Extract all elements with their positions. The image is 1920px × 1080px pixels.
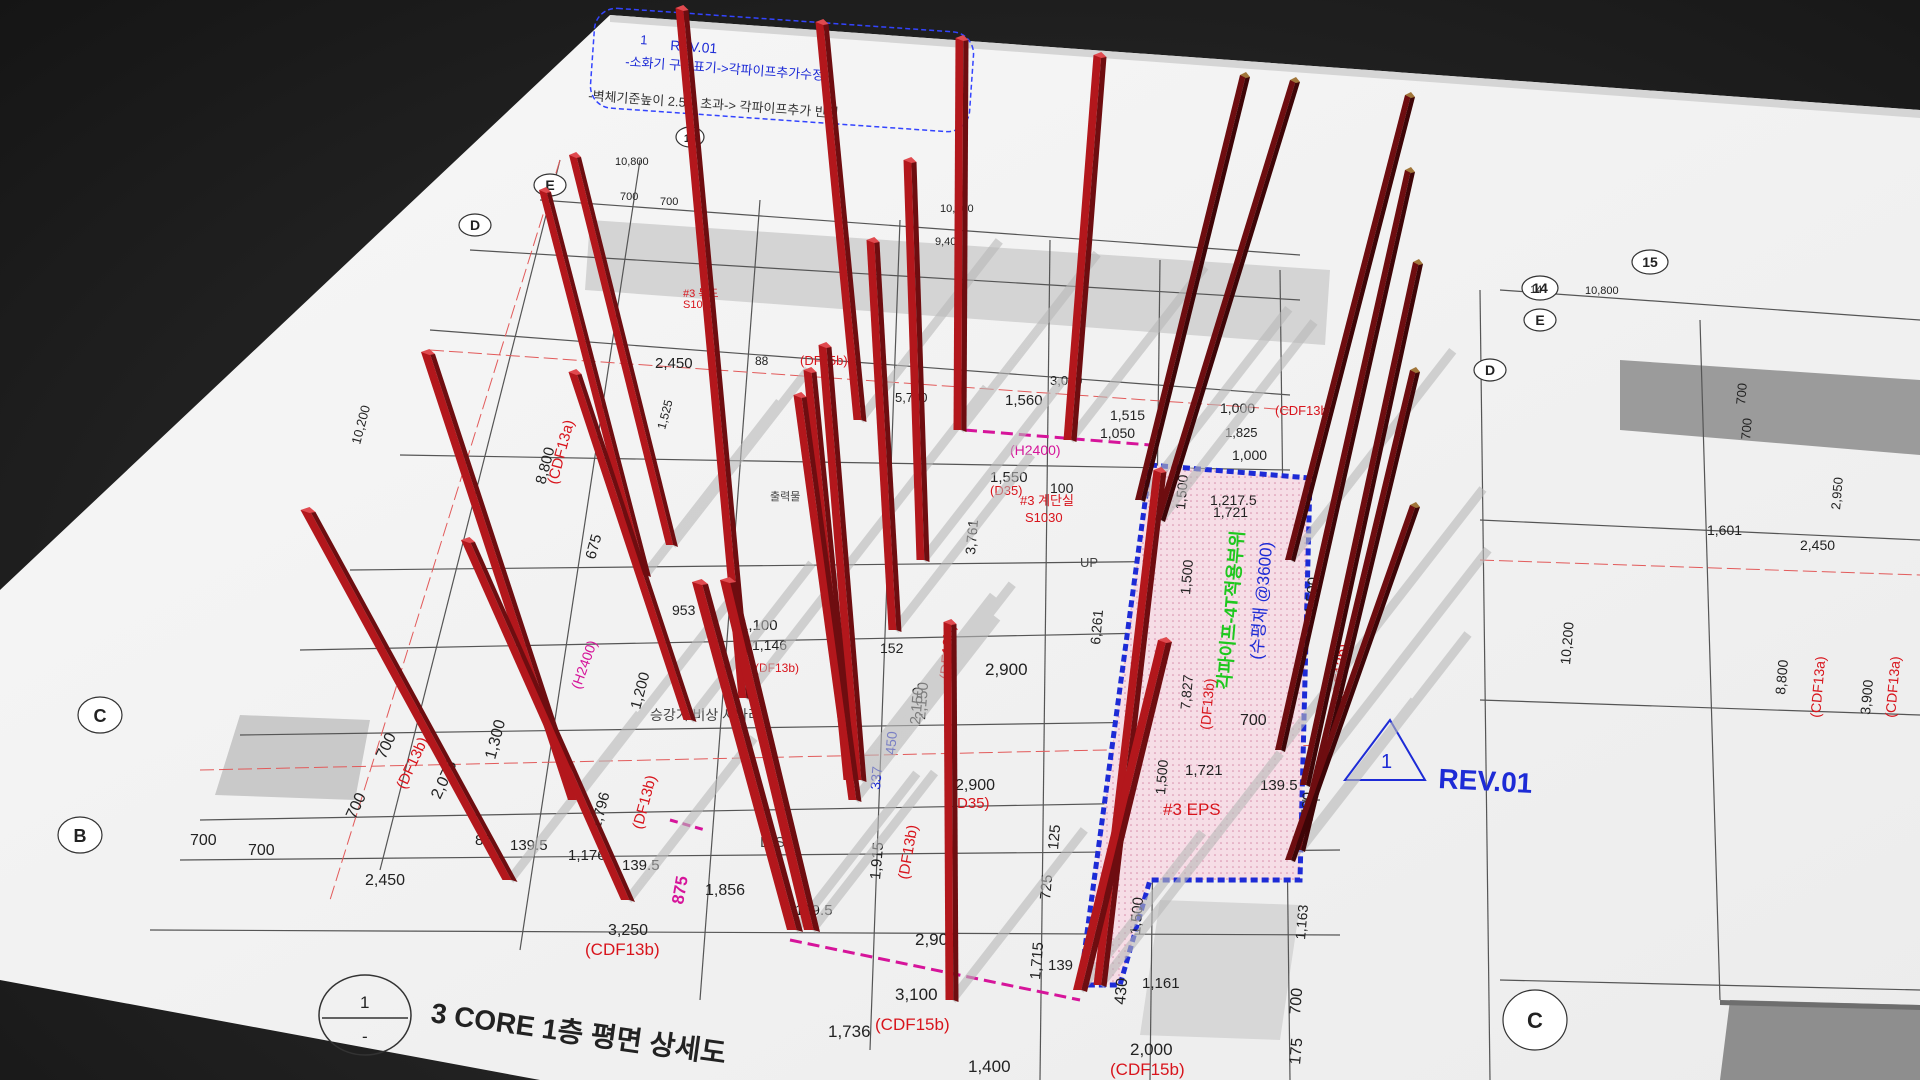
- eps-room-label: #3 EPS: [1163, 800, 1221, 819]
- dim-text: 1,515: [1110, 407, 1145, 423]
- revision-tag-text: REV.01: [670, 37, 718, 56]
- printout-label: 출력물: [770, 490, 800, 503]
- grid-label-c-right: C: [1527, 1008, 1543, 1033]
- red-label: (D35): [952, 795, 990, 812]
- title-circle-bottom: -: [362, 1027, 368, 1046]
- rev-triangle-number: 1: [1381, 751, 1392, 773]
- dim-text: 139.5: [1260, 777, 1298, 794]
- dim-text: 700: [660, 196, 678, 208]
- dim-text: 1,161: [1142, 975, 1180, 992]
- square-pipe[interactable]: [953, 35, 969, 432]
- dim-text: 2,950: [1828, 477, 1846, 511]
- 3d-viewer-canvas[interactable]: 1 REV.01 -소화기 구역표기->각파이프추가수정 -벽체기준높이 2.5…: [0, 0, 1920, 1080]
- dim-text: 2,450: [365, 872, 405, 889]
- dim-text: 152: [880, 640, 904, 656]
- grid-label-d-right: D: [1485, 362, 1495, 378]
- dim-text: 2,900: [955, 777, 995, 794]
- dim-text: 700: [190, 832, 217, 849]
- dim-text: 2,450: [1800, 537, 1835, 553]
- revision-tag-number: 1: [640, 32, 648, 47]
- dim-text: 1,050: [1100, 425, 1135, 441]
- dim-text: 430: [1112, 977, 1131, 1005]
- dim-text: 1,736: [828, 1022, 871, 1041]
- dim-text: 1,000: [1232, 447, 1267, 463]
- red-label: (CDF13b): [585, 940, 660, 959]
- dim-text: 2,000: [1130, 1040, 1173, 1059]
- dim-text: 953: [672, 602, 696, 618]
- dim-text: 139: [1048, 957, 1073, 974]
- dim-text: 3,900: [1857, 679, 1876, 716]
- dim-text: 8,800: [1772, 659, 1791, 696]
- red-label: (CDF15b): [875, 1015, 950, 1034]
- square-pipe[interactable]: [943, 619, 959, 1002]
- dim-text: 1,856: [705, 882, 745, 899]
- dim-text: 88: [755, 354, 769, 368]
- grid-label-d: D: [470, 217, 480, 233]
- grid-label-b: B: [74, 826, 87, 846]
- dim-text: 700: [620, 191, 638, 203]
- dim-text: 1,715: [1027, 941, 1047, 980]
- dim-text: 700: [1287, 987, 1306, 1015]
- stair-room-label: #3 계단실: [1020, 493, 1074, 508]
- dim-text: 3,250: [608, 922, 648, 939]
- dim-text: 14: [1530, 284, 1542, 296]
- dim-text: 175: [1287, 1037, 1306, 1065]
- grid-label-c: C: [94, 706, 107, 726]
- dim-text: 10,800: [1585, 285, 1619, 297]
- stair-up-label: UP: [1080, 555, 1098, 570]
- dim-text: 7,827: [1177, 674, 1196, 711]
- stair-room-code: S1030: [1025, 510, 1063, 525]
- dim-text: 700: [248, 842, 275, 859]
- dim-text: 3,100: [895, 985, 938, 1004]
- dim-text: 700: [1738, 417, 1755, 440]
- dim-text: 1,721: [1213, 504, 1248, 520]
- dim-text: 1,721: [1185, 762, 1223, 779]
- red-label: (CDF15b): [1110, 1060, 1185, 1079]
- title-circle-top: 1: [360, 993, 369, 1012]
- dim-text: 2,900: [985, 660, 1028, 679]
- grid-label-15: 15: [1642, 254, 1658, 270]
- dim-text: 700: [1733, 382, 1750, 405]
- dim-text: 1,500: [1177, 559, 1196, 596]
- grid-label-e-right: E: [1535, 312, 1544, 328]
- dim-text: 10,800: [615, 156, 649, 168]
- dim-text: 1,163: [1292, 904, 1311, 941]
- dim-text: 125: [1045, 824, 1064, 850]
- dim-text: 1,500: [1152, 759, 1171, 796]
- dim-text: 6,261: [1087, 609, 1106, 646]
- dim-text: 2,450: [655, 355, 693, 372]
- rev-label: REV.01: [1438, 763, 1533, 799]
- dim-text: 1,400: [968, 1057, 1011, 1076]
- floor-plan-scene[interactable]: 1 REV.01 -소화기 구역표기->각파이프추가수정 -벽체기준높이 2.5…: [0, 0, 1920, 1080]
- dim-text: 700: [1240, 712, 1267, 729]
- dim-text: 1,601: [1707, 522, 1742, 538]
